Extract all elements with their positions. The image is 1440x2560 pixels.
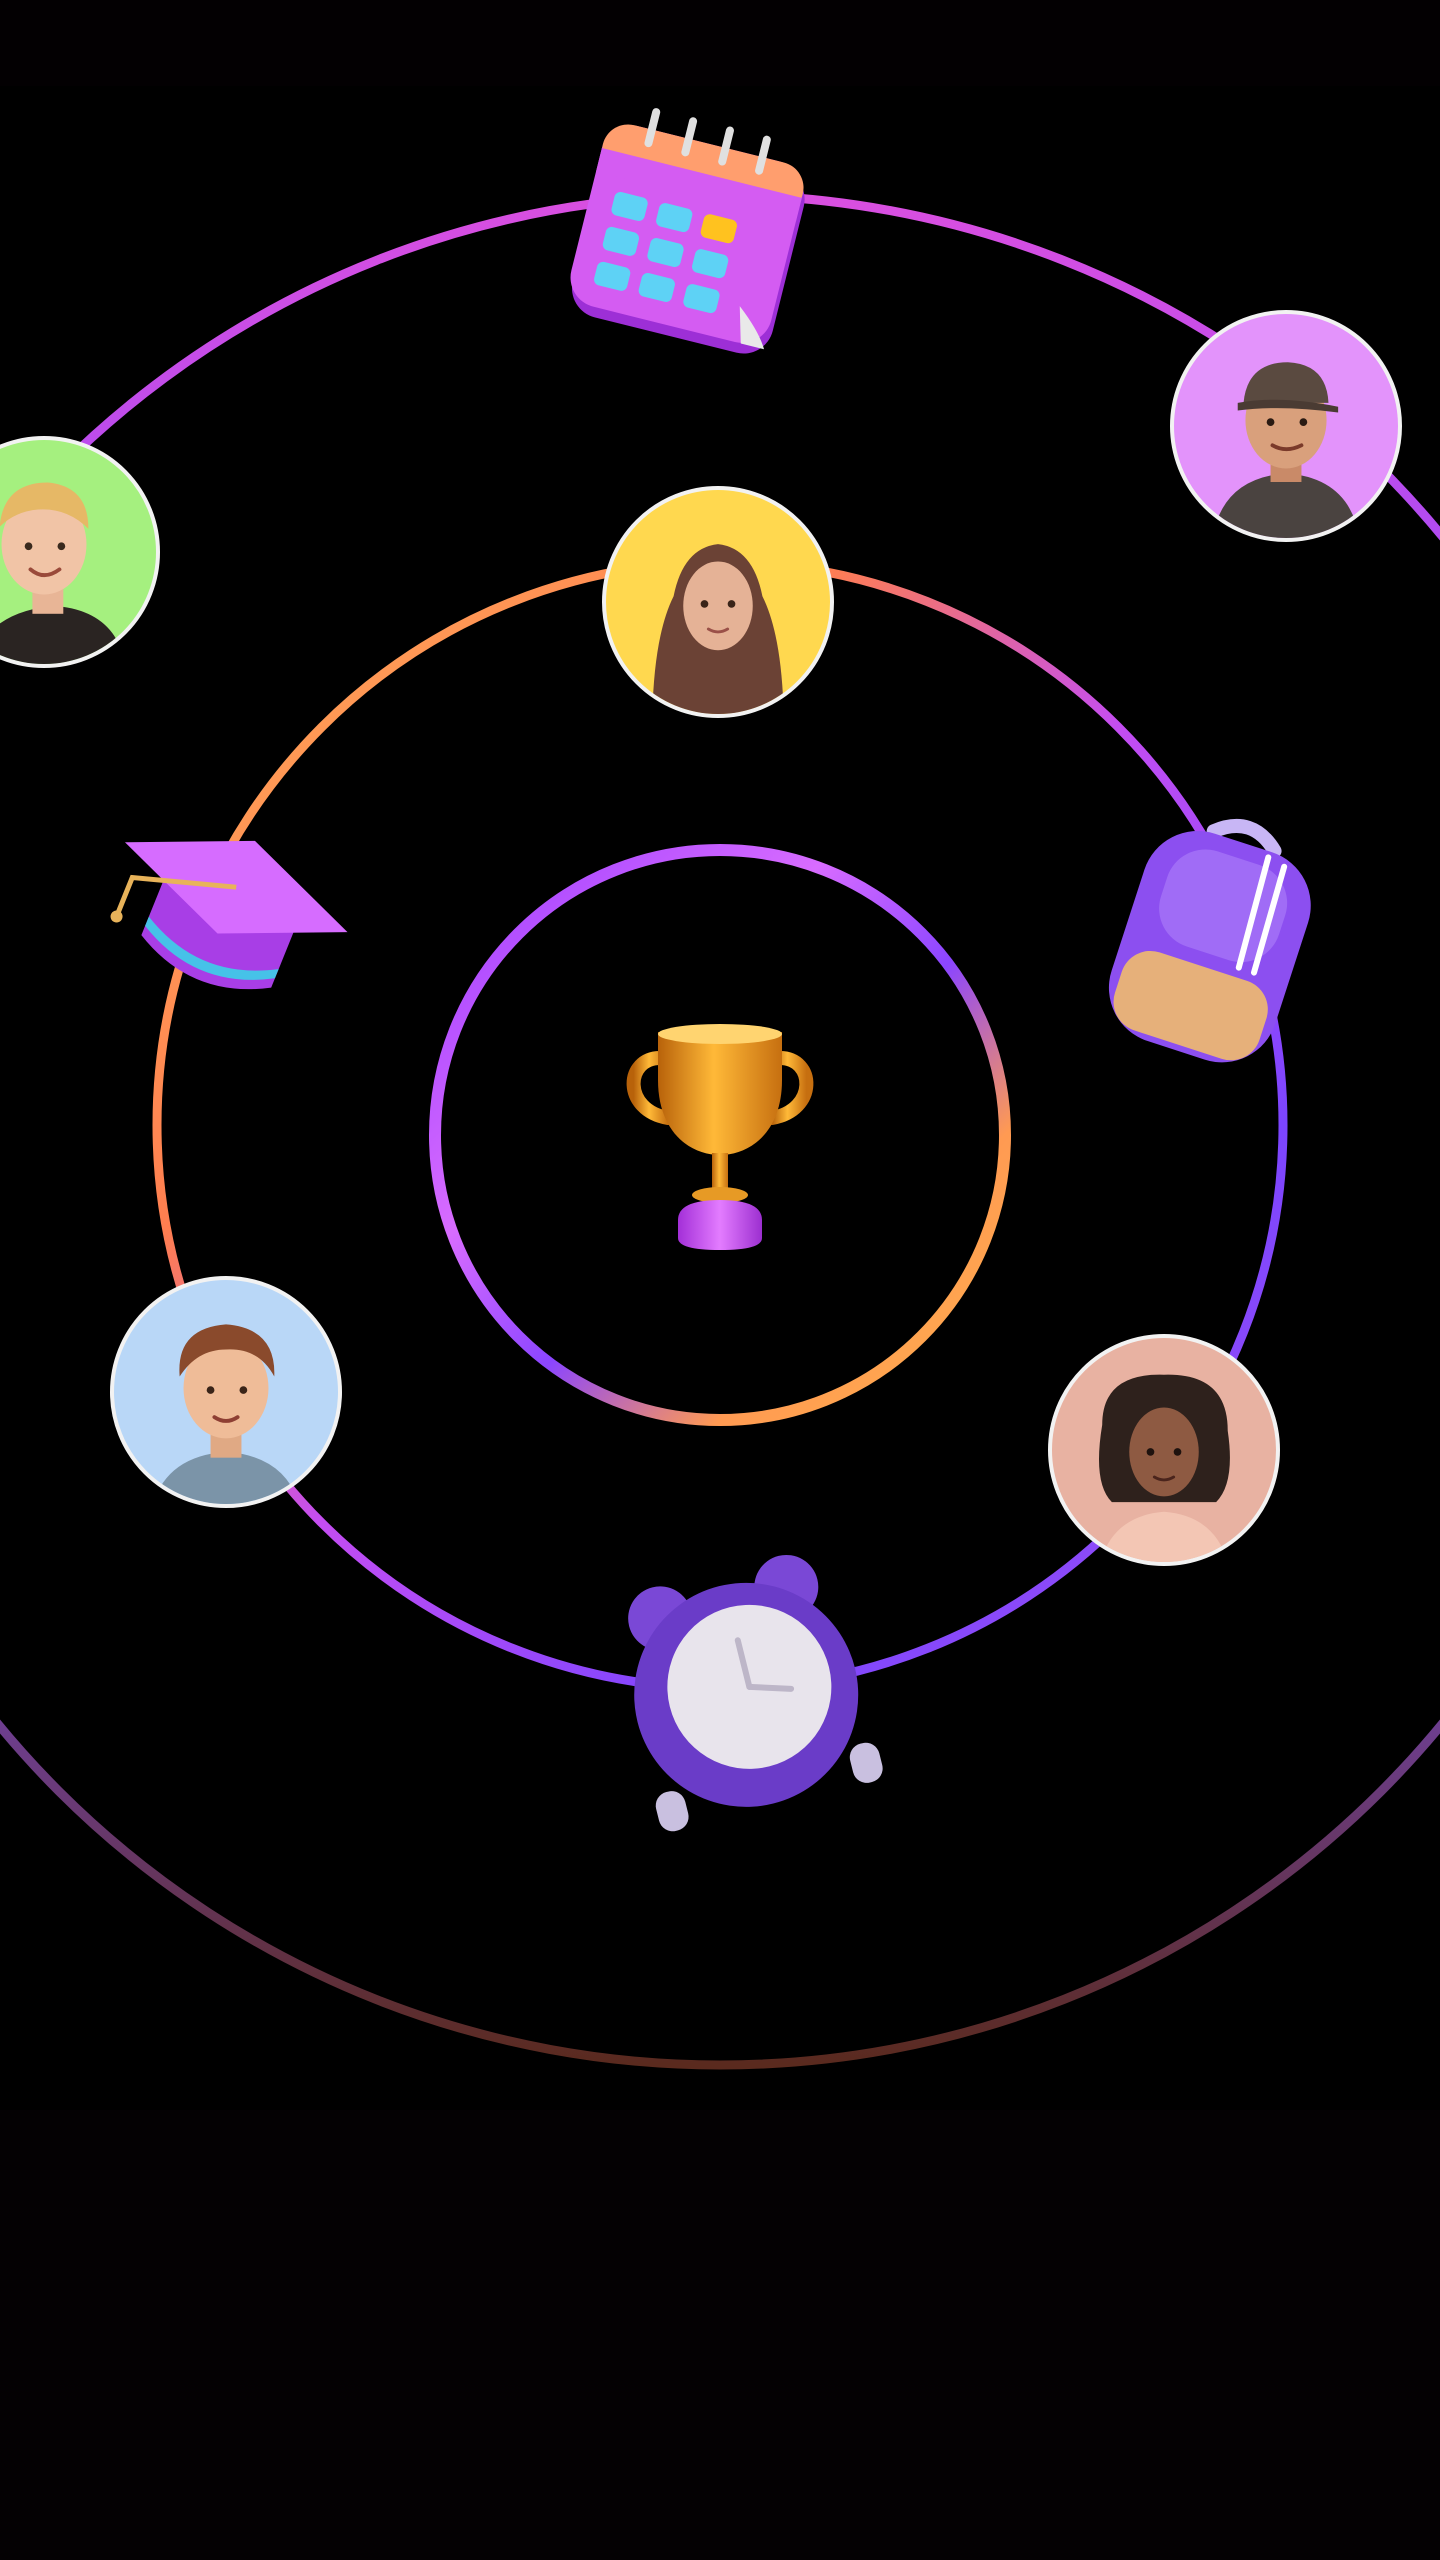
alarm-clock-icon: [600, 1554, 890, 1832]
avatar-cap-man-icon: [1170, 310, 1402, 542]
calendar-icon: [565, 108, 815, 357]
orbit-illustration: [0, 0, 1440, 2560]
avatar-curly-hair-icon: [1048, 1334, 1280, 1566]
graduation-cap-icon: [95, 815, 355, 1015]
avatar-young-man-icon: [110, 1276, 342, 1508]
backpack-icon: [1090, 808, 1335, 1073]
avatar-hijab-icon: [602, 486, 834, 718]
trophy-icon: [620, 1010, 820, 1260]
